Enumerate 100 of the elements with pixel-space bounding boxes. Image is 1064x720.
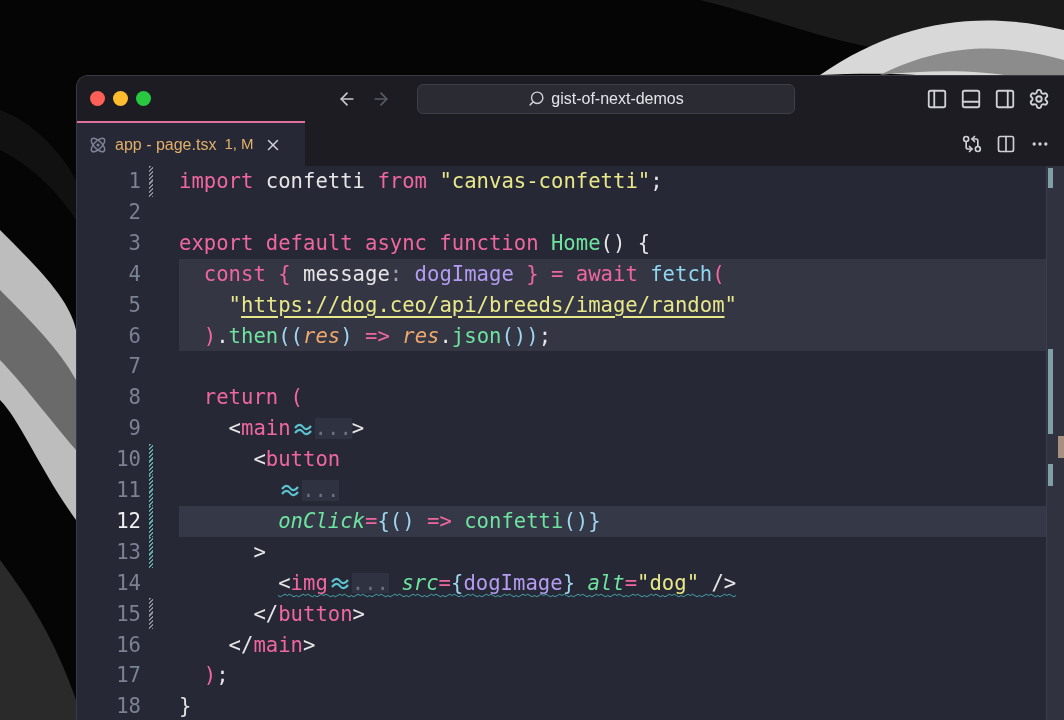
line-number: 10 [115, 449, 142, 470]
code-token: ()) [501, 325, 539, 347]
code-token: > [351, 418, 365, 439]
line-number: 11 [115, 480, 142, 501]
code-token: ) [203, 665, 217, 686]
code-token: => [364, 325, 391, 347]
code-token: from [377, 171, 427, 192]
code-token: () { [600, 232, 651, 254]
line-number: 12 [115, 510, 142, 532]
fold-icon[interactable] [292, 421, 313, 436]
change-marker[interactable] [149, 536, 153, 568]
code-token: onClick [278, 510, 365, 532]
code-token: ) [340, 325, 353, 347]
sidebar-toggle-icon[interactable] [926, 87, 948, 110]
code-token: img [290, 572, 328, 594]
code-token: ; [538, 325, 552, 347]
code-token: return ( [203, 387, 303, 408]
code-token: ( [712, 263, 725, 285]
code-token: main [253, 634, 303, 656]
scrollbar[interactable] [1046, 166, 1064, 720]
change-marker[interactable] [149, 474, 153, 506]
line-number: 17 [115, 665, 142, 686]
change-marker[interactable] [149, 505, 153, 537]
code-token: (( [278, 325, 304, 347]
code-token: "canvas-confetti" [438, 171, 651, 192]
split-editor-icon[interactable] [996, 133, 1016, 154]
line-number: 1 [127, 171, 142, 192]
code-token: ; [216, 665, 229, 686]
line-number: 6 [127, 325, 142, 347]
line-number: 18 [115, 696, 142, 717]
code-token: then [228, 325, 279, 347]
search-icon [528, 90, 546, 107]
code-token: alt [586, 572, 625, 594]
code-token: = [438, 572, 451, 594]
line-number: 5 [127, 294, 142, 316]
secondary-sidebar-icon[interactable] [994, 87, 1016, 110]
line-number: 15 [115, 603, 142, 625]
fold-icon[interactable] [329, 576, 350, 590]
code-token: < [253, 449, 266, 470]
change-marker[interactable] [149, 598, 153, 630]
line-number: 16 [115, 634, 142, 656]
line-number: 7 [127, 356, 142, 378]
window-control[interactable] [136, 91, 151, 106]
code-token: import [179, 171, 254, 192]
code-token: . [216, 325, 229, 347]
code-token: " [228, 294, 241, 316]
code-token: ()} [563, 510, 601, 532]
settings-icon[interactable] [1028, 87, 1050, 110]
code-token: : [389, 263, 403, 285]
code-token: </ [253, 603, 279, 625]
code-token: src [400, 572, 439, 594]
line-number: 4 [127, 263, 142, 285]
code-token: main [241, 418, 291, 439]
change-marker[interactable] [149, 166, 153, 197]
search-field[interactable]: gist-of-next-demos [417, 83, 795, 114]
window-control[interactable] [90, 91, 105, 106]
code-token: => [426, 510, 453, 532]
code-token: = [365, 510, 378, 532]
code-token: json [451, 325, 502, 347]
code-token: > [352, 603, 365, 625]
code-token: message [303, 263, 390, 285]
line-number: 2 [127, 202, 142, 223]
code-token: const { [203, 263, 292, 285]
line-number: 8 [127, 387, 142, 408]
code-token: = [624, 572, 638, 594]
code-token: { [451, 572, 464, 594]
code-token: confetti [264, 171, 366, 192]
code-token: /> [710, 572, 737, 594]
code-token: res [402, 325, 440, 347]
code-token: Home [549, 232, 601, 254]
line-number: 3 [127, 232, 142, 254]
code-link[interactable]: https://dog.ceo/api/breeds/image/random [241, 294, 725, 316]
tab-status: 1, M [224, 134, 254, 155]
line-number: 14 [115, 572, 142, 594]
code-token: fetch [649, 263, 713, 285]
code-token: ) [203, 325, 217, 347]
fold-icon[interactable] [280, 483, 301, 498]
line-number: 9 [127, 418, 142, 439]
code-token: " [724, 294, 737, 316]
line-number: 13 [115, 541, 142, 563]
code-token: button [265, 449, 341, 470]
editor-tab[interactable]: app - page.tsx 1, M [77, 121, 305, 166]
code-token: button [278, 603, 353, 625]
code-token: } [179, 696, 192, 717]
code-token: export default async function [179, 232, 539, 254]
compare-icon[interactable] [962, 133, 982, 154]
code-token: dogImage [463, 572, 563, 594]
code-token: </ [228, 634, 254, 656]
code-token: < [228, 418, 241, 439]
window-control[interactable] [113, 91, 128, 106]
code-token: > [253, 541, 266, 563]
code-token: . [439, 325, 452, 347]
code-token: > [303, 634, 316, 656]
change-marker[interactable] [149, 444, 153, 475]
code-token: } = await [525, 263, 638, 285]
code-token: dogImage [413, 263, 514, 285]
code-token: {() [377, 510, 415, 532]
code-token: ; [650, 171, 663, 192]
code-token: confetti [464, 510, 564, 532]
panel-toggle-icon[interactable] [960, 87, 982, 110]
